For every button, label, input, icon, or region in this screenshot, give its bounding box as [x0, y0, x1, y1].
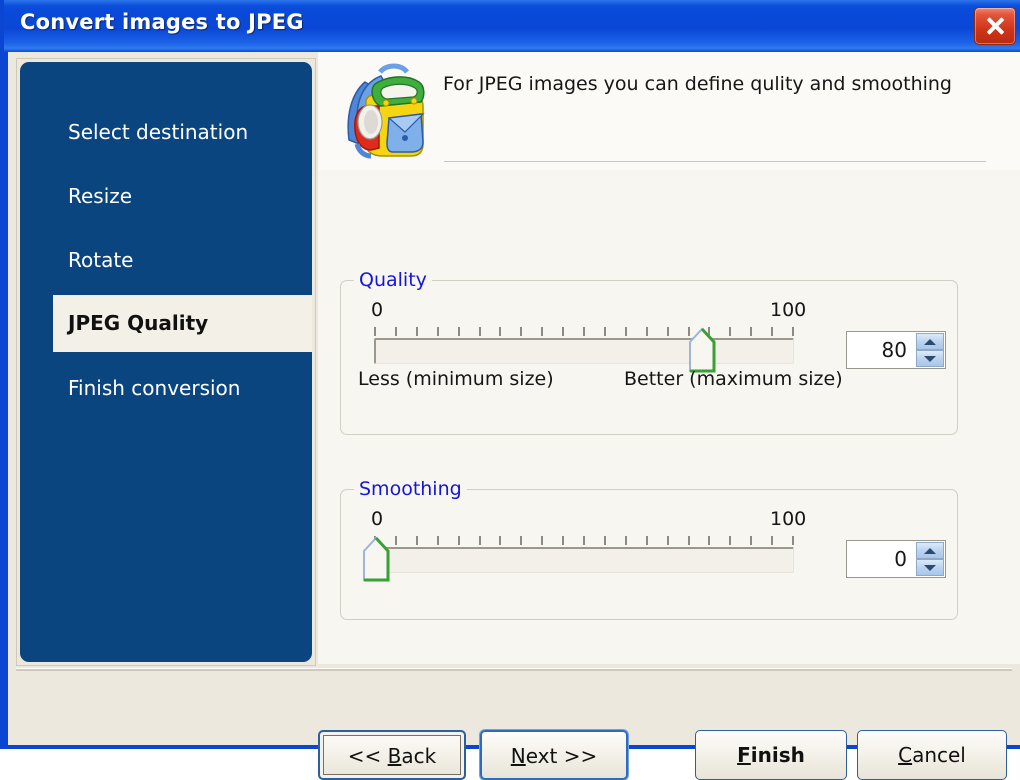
tick-mark: [395, 536, 397, 545]
page-header: For JPEG images you can define qulity an…: [318, 52, 1020, 170]
tick-mark: [688, 536, 690, 545]
tick-mark: [374, 327, 376, 336]
sidebar-frame: Select destination Resize Rotate JPEG Qu…: [16, 58, 316, 666]
quality-tick-marks: [374, 327, 794, 336]
sidebar-item-resize[interactable]: Resize: [20, 172, 312, 220]
tick-mark: [583, 327, 585, 336]
dialog-body: Select destination Resize Rotate JPEG Qu…: [8, 52, 1020, 780]
tick-mark: [499, 536, 501, 545]
quality-max-hint: Better (maximum size): [624, 368, 843, 390]
tick-mark: [771, 327, 773, 336]
tick-mark: [562, 536, 564, 545]
tick-mark: [792, 536, 794, 545]
tick-mark: [479, 327, 481, 336]
smoothing-legend: Smoothing: [354, 477, 467, 501]
smoothing-tick-marks: [374, 536, 794, 545]
chevron-down-icon[interactable]: [916, 350, 944, 367]
quality-groupbox: Quality 0 100 Less (minimum size) Better…: [340, 268, 958, 435]
tick-mark: [520, 536, 522, 545]
sidebar-item-label: JPEG Quality: [68, 311, 209, 335]
tick-mark: [625, 536, 627, 545]
header-divider: [444, 161, 986, 162]
smoothing-groupbox: Smoothing 0 100 0: [340, 477, 958, 620]
tick-mark: [520, 327, 522, 336]
tick-mark: [729, 536, 731, 545]
tick-mark: [458, 327, 460, 336]
quality-value[interactable]: 80: [847, 332, 915, 368]
tick-mark: [562, 327, 564, 336]
quality-legend: Quality: [354, 268, 432, 292]
tick-mark: [771, 536, 773, 545]
footer-divider: [16, 668, 1012, 671]
finish-button-label: Finish: [737, 743, 805, 767]
quality-min-hint: Less (minimum size): [358, 368, 554, 390]
tick-mark: [416, 327, 418, 336]
back-button-label: << Back: [347, 744, 437, 768]
tick-mark: [541, 327, 543, 336]
tick-mark: [479, 536, 481, 545]
tick-mark: [604, 327, 606, 336]
tick-mark: [729, 327, 731, 336]
cancel-button[interactable]: Cancel: [857, 730, 1007, 780]
tick-mark: [646, 327, 648, 336]
tick-mark: [792, 327, 794, 336]
sidebar-item-label: Rotate: [68, 248, 134, 272]
smoothing-spinner[interactable]: 0: [846, 540, 946, 578]
back-button[interactable]: << Back: [318, 730, 466, 780]
close-icon[interactable]: [974, 7, 1016, 45]
tick-mark: [604, 536, 606, 545]
cancel-button-label: Cancel: [898, 743, 966, 767]
sidebar-item-jpeg-quality[interactable]: JPEG Quality: [53, 295, 312, 352]
smoothing-slider-track[interactable]: [374, 547, 794, 573]
tick-mark: [395, 327, 397, 336]
tick-mark: [499, 327, 501, 336]
next-button[interactable]: Next >>: [480, 730, 628, 780]
chevron-up-icon[interactable]: [916, 333, 944, 350]
titlebar-sheen: [4, 0, 1020, 6]
tick-mark: [416, 536, 418, 545]
sidebar-item-label: Finish conversion: [68, 376, 241, 400]
tick-mark: [458, 536, 460, 545]
tick-mark: [667, 536, 669, 545]
tick-mark: [646, 536, 648, 545]
quality-slider-track[interactable]: [374, 338, 794, 364]
quality-max-label: 100: [770, 299, 807, 321]
quality-spinner[interactable]: 80: [846, 331, 946, 369]
next-button-label: Next >>: [510, 744, 598, 768]
window-title: Convert images to JPEG: [20, 10, 304, 34]
tick-mark: [541, 536, 543, 545]
quality-spin-buttons: [916, 333, 944, 367]
sidebar-item-label: Resize: [68, 184, 133, 208]
finish-button[interactable]: Finish: [695, 730, 847, 780]
tick-mark: [750, 536, 752, 545]
smoothing-slider-thumb[interactable]: [362, 536, 390, 582]
sidebar-item-label: Select destination: [68, 120, 249, 144]
smoothing-spin-buttons: [916, 542, 944, 576]
sidebar-item-finish-conversion[interactable]: Finish conversion: [20, 364, 312, 412]
tick-mark: [437, 536, 439, 545]
sidebar-item-select-destination[interactable]: Select destination: [20, 108, 312, 156]
title-bar: Convert images to JPEG: [4, 0, 1020, 52]
wizard-step-list: Select destination Resize Rotate JPEG Qu…: [20, 62, 312, 662]
quality-slider-thumb[interactable]: [688, 327, 716, 373]
sidebar-item-rotate[interactable]: Rotate: [20, 236, 312, 284]
tick-mark: [750, 327, 752, 336]
tick-mark: [583, 536, 585, 545]
smoothing-min-label: 0: [371, 508, 384, 530]
page-description: For JPEG images you can define qulity an…: [443, 73, 952, 95]
chevron-up-icon[interactable]: [916, 542, 944, 559]
smoothing-max-label: 100: [770, 508, 807, 530]
tick-mark: [708, 536, 710, 545]
content-panel: For JPEG images you can define qulity an…: [318, 52, 1020, 664]
chevron-down-icon[interactable]: [916, 559, 944, 576]
quality-min-label: 0: [371, 299, 384, 321]
smoothing-value[interactable]: 0: [847, 541, 915, 577]
tick-mark: [437, 327, 439, 336]
tick-mark: [667, 327, 669, 336]
backpack-icon: [335, 60, 433, 160]
tick-mark: [625, 327, 627, 336]
dialog-window: Convert images to JPEG Select destinatio…: [0, 0, 1020, 780]
